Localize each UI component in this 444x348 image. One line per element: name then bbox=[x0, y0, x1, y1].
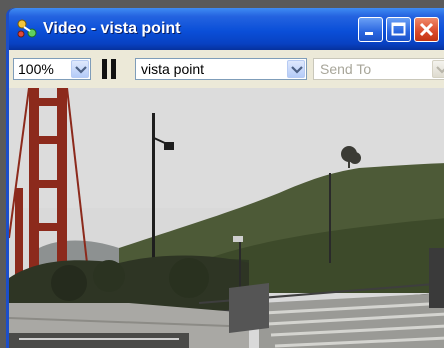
zoom-dropdown-button[interactable] bbox=[71, 60, 89, 78]
source-dropdown[interactable]: vista point bbox=[135, 58, 307, 80]
toolbar: 100% vista point Send To bbox=[9, 50, 444, 88]
pause-button[interactable] bbox=[101, 58, 119, 80]
zoom-value: 100% bbox=[18, 61, 54, 77]
close-button[interactable] bbox=[414, 17, 439, 42]
close-icon bbox=[419, 22, 434, 37]
source-value: vista point bbox=[141, 61, 205, 77]
minimize-button[interactable] bbox=[358, 17, 383, 42]
send-to-label: Send To bbox=[320, 61, 372, 77]
source-dropdown-button[interactable] bbox=[287, 60, 305, 78]
chevron-down-icon bbox=[75, 66, 87, 74]
send-to-dropdown[interactable]: Send To bbox=[313, 58, 444, 80]
zoom-dropdown[interactable]: 100% bbox=[13, 58, 91, 80]
chevron-down-icon bbox=[436, 66, 444, 74]
maximize-icon bbox=[391, 22, 406, 36]
window-title: Video - vista point bbox=[43, 20, 181, 37]
video-image bbox=[9, 88, 444, 348]
title-bar[interactable]: Video - vista point bbox=[9, 8, 444, 50]
chevron-down-icon bbox=[291, 66, 303, 74]
video-frame[interactable] bbox=[9, 88, 444, 348]
app-icon bbox=[17, 19, 37, 38]
video-window: Video - vista point 100% vista point Sen… bbox=[6, 8, 444, 348]
maximize-button[interactable] bbox=[386, 17, 411, 42]
minimize-icon bbox=[365, 32, 373, 35]
pause-icon bbox=[102, 59, 107, 79]
send-to-dropdown-button[interactable] bbox=[432, 60, 444, 78]
